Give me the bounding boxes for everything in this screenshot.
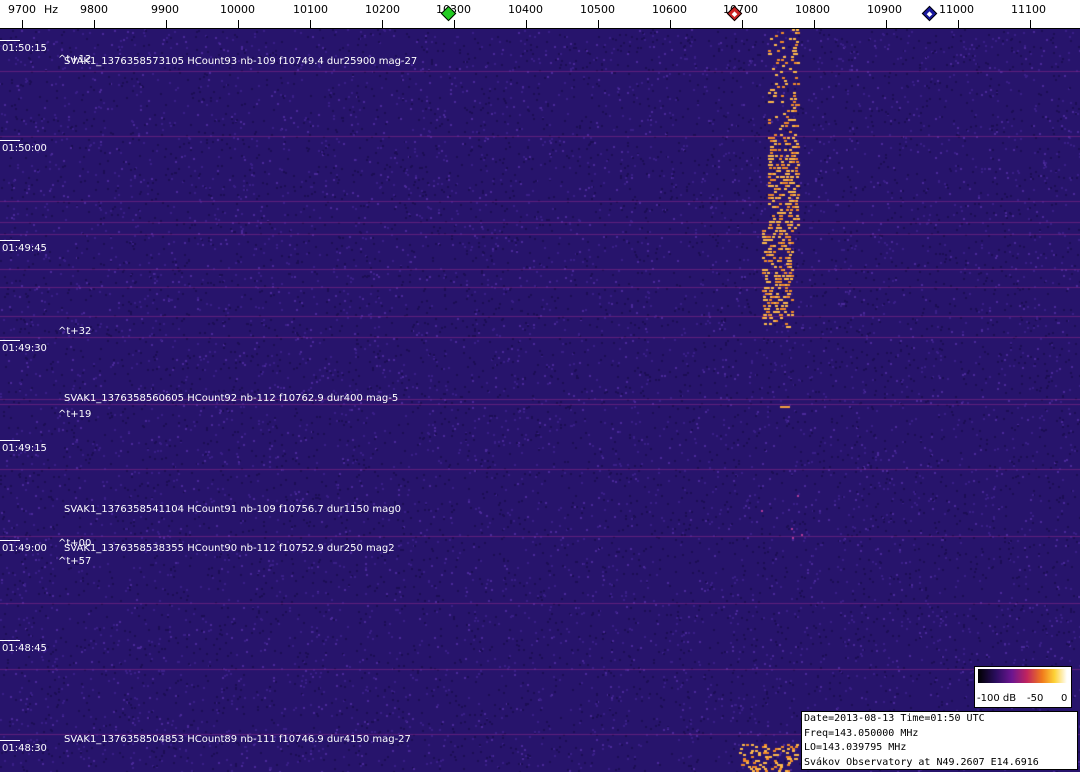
time-tick — [0, 640, 20, 641]
tick-label-10800: 10800 — [795, 3, 830, 16]
event-dt-hcount92: ^t+19 — [58, 409, 92, 420]
spectrogram: 01:50:15 01:50:00 01:49:45 01:49:30 01:4… — [0, 29, 1080, 772]
tick-label-10200: 10200 — [365, 3, 400, 16]
tick-mark — [166, 20, 167, 28]
event-label-hcount90: SVAK1_1376358538355 HCount90 nb-112 f107… — [64, 543, 395, 554]
tick-mark — [598, 20, 599, 28]
tick-label-10500: 10500 — [580, 3, 615, 16]
event-label-hcount93: SVAK1_1376358573105 HCount93 nb-109 f107… — [64, 56, 418, 67]
time-tick — [0, 40, 20, 41]
event-dt-hcount90: ^t+57 — [58, 556, 92, 567]
legend-mid-label: -50 — [1027, 693, 1044, 704]
info-lo: LO=143.039795 MHz — [804, 742, 907, 753]
legend-min-label: -100 dB — [977, 693, 1017, 704]
tick-label-10400: 10400 — [508, 3, 543, 16]
tick-label-10000: 10000 — [220, 3, 255, 16]
tick-label-10900: 10900 — [867, 3, 902, 16]
info-panel: Date=2013-08-13 Time=01:50 UTC Freq=143.… — [801, 711, 1078, 770]
tick-mark — [814, 20, 815, 28]
tick-label-9900: 9900 — [151, 3, 179, 16]
tick-mark — [454, 20, 455, 28]
event-dt-t32: ^t+32 — [58, 326, 92, 337]
legend-max-label: 0 — [1061, 693, 1068, 704]
tick-label-9800: 9800 — [80, 3, 108, 16]
tick-mark — [526, 20, 527, 28]
time-tick — [0, 340, 20, 341]
tick-mark — [382, 20, 383, 28]
tick-mark — [742, 20, 743, 28]
tick-mark — [1030, 20, 1031, 28]
color-scale-legend: -100 dB -50 0 — [974, 666, 1072, 708]
time-label-01-49-00: 01:49:00 — [2, 543, 47, 554]
hz-unit-label: Hz — [44, 3, 59, 16]
time-label-01-49-30: 01:49:30 — [2, 343, 47, 354]
tick-mark — [886, 20, 887, 28]
color-scale-bar — [978, 669, 1067, 683]
time-label-01-50-15: 01:50:15 — [2, 43, 47, 54]
blue-marker-icon[interactable] — [921, 5, 938, 22]
time-label-01-49-15: 01:49:15 — [2, 443, 47, 454]
time-tick — [0, 440, 20, 441]
info-observatory: Svákov Observatory at N49.2607 E14.6916 — [804, 756, 1039, 768]
tick-mark — [670, 20, 671, 28]
tick-mark — [958, 20, 959, 28]
info-freq: Freq=143.050000 MHz — [804, 727, 919, 739]
tick-mark — [310, 20, 311, 28]
tick-label-11100: 11100 — [1011, 3, 1046, 16]
time-tick — [0, 740, 20, 741]
time-label-01-48-45: 01:48:45 — [2, 643, 47, 654]
tick-label-9700: 9700 — [8, 3, 36, 16]
tick-label-11000: 11000 — [939, 3, 974, 16]
tick-mark — [22, 20, 23, 28]
time-label-01-50-00: 01:50:00 — [2, 143, 47, 154]
event-dt-hcount93: ^t+12 — [58, 54, 92, 65]
event-label-hcount91: SVAK1_1376358541104 HCount91 nb-109 f107… — [64, 504, 401, 515]
event-label-hcount92: SVAK1_1376358560605 HCount92 nb-112 f107… — [64, 393, 399, 404]
event-label-hcount89: SVAK1_1376358504853 HCount89 nb-111 f107… — [64, 734, 411, 745]
tick-label-10600: 10600 — [652, 3, 687, 16]
frequency-axis: 9700 Hz 9800 9900 10000 10100 10200 1030… — [0, 0, 1080, 29]
tick-mark — [238, 20, 239, 28]
time-label-01-49-45: 01:49:45 — [2, 243, 47, 254]
time-tick — [0, 140, 20, 141]
tick-mark — [94, 20, 95, 28]
info-date-time: Date=2013-08-13 Time=01:50 UTC — [804, 713, 985, 724]
time-tick — [0, 240, 20, 241]
time-tick — [0, 540, 20, 541]
tick-label-10100: 10100 — [293, 3, 328, 16]
time-label-01-48-30: 01:48:30 — [2, 743, 47, 754]
